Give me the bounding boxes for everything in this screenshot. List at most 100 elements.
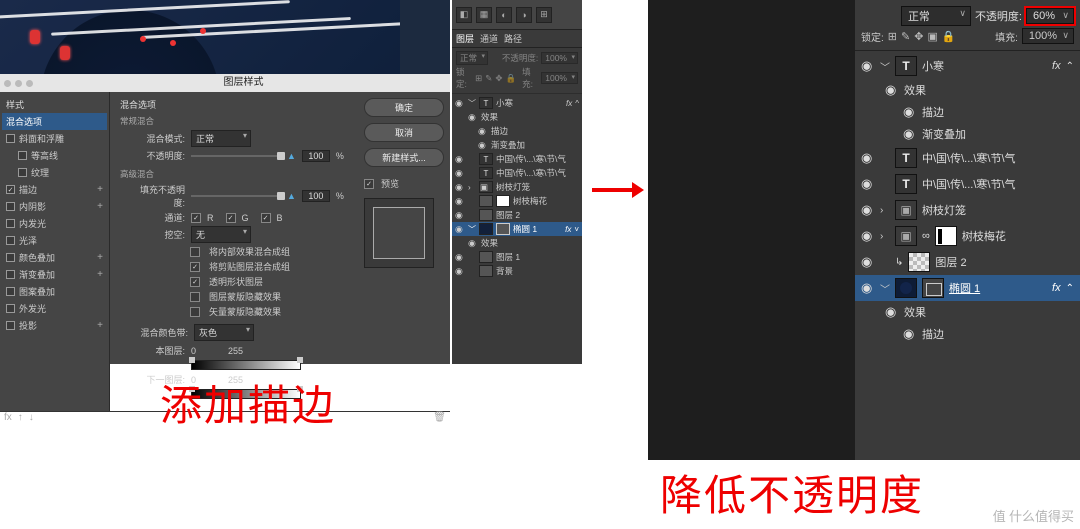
- group-row[interactable]: ◉›▣树枝灯笼: [855, 197, 1080, 223]
- fill-select-right[interactable]: 100%: [1022, 28, 1074, 44]
- channel-g-checkbox[interactable]: ✓: [226, 213, 236, 223]
- layer-row[interactable]: ◉T中国\传\...\寒\节\气: [452, 166, 582, 180]
- layer-row[interactable]: ◉T中\国\传\...\寒\节\气: [855, 145, 1080, 171]
- style-grad-overlay[interactable]: 渐变叠加+: [2, 266, 107, 283]
- lock-paint-icon[interactable]: ✎: [901, 30, 910, 43]
- lock-icon[interactable]: ⊞: [475, 73, 482, 84]
- fx-header-row[interactable]: ◉效果: [855, 301, 1080, 323]
- vector-mask-icon[interactable]: [922, 278, 944, 298]
- tool-icon[interactable]: ◐: [496, 7, 512, 23]
- stroke-checkbox[interactable]: ✓: [6, 185, 15, 194]
- ck-clip-group[interactable]: ✓: [190, 262, 200, 272]
- layer-row-selected[interactable]: ◉﹀椭圆 1fx˅: [452, 222, 582, 236]
- folder-icon: ▣: [895, 226, 917, 246]
- layer-row[interactable]: ◉T中国\传\...\寒\节\气: [452, 152, 582, 166]
- blend-mode-select-right[interactable]: 正常: [901, 6, 971, 26]
- lock-pixels-icon[interactable]: ⊞: [888, 30, 897, 43]
- fx-row[interactable]: ◉效果: [452, 110, 582, 124]
- channel-b-checkbox[interactable]: ✓: [261, 213, 271, 223]
- mask-icon[interactable]: [935, 226, 957, 246]
- window-max[interactable]: [26, 80, 33, 87]
- fx-stroke-row[interactable]: ◉描边: [452, 124, 582, 138]
- ck-inner-group[interactable]: [190, 247, 200, 257]
- layer-row[interactable]: ◉背景: [452, 264, 582, 278]
- knockout-select[interactable]: 无: [191, 226, 251, 243]
- lock-artboard-icon[interactable]: ▣: [927, 30, 937, 43]
- new-style-button[interactable]: 新建样式...: [364, 148, 444, 167]
- style-color-overlay[interactable]: 颜色叠加+: [2, 249, 107, 266]
- dialog-titlebar[interactable]: 图层样式: [0, 74, 450, 92]
- blendif-this-slider[interactable]: [191, 360, 301, 370]
- folder-icon: ▣: [479, 181, 493, 193]
- opacity-input[interactable]: [302, 150, 330, 162]
- tool-icon[interactable]: ◑: [516, 7, 532, 23]
- layer-row[interactable]: ◉﹀T小寒fx^: [452, 96, 582, 110]
- tool-icon[interactable]: ▦: [476, 7, 492, 23]
- layer-row[interactable]: ◉图层 2: [452, 208, 582, 222]
- group-row[interactable]: ◉›▣∞树枝梅花: [855, 223, 1080, 249]
- blend-mode-select[interactable]: 正常: [191, 130, 251, 147]
- add-stroke-icon[interactable]: +: [97, 184, 103, 195]
- layer-row[interactable]: ◉树枝梅花: [452, 194, 582, 208]
- lock-position-icon[interactable]: ✥: [914, 30, 923, 43]
- tab-channels[interactable]: 通道: [480, 32, 498, 45]
- fx-grad-row[interactable]: ◉渐变叠加: [855, 123, 1080, 145]
- tab-layers[interactable]: 图层: [456, 32, 474, 45]
- window-close[interactable]: [4, 80, 11, 87]
- blendif-select[interactable]: 灰色: [194, 324, 254, 341]
- visibility-icon[interactable]: ◉: [861, 58, 875, 74]
- style-satin[interactable]: 光泽: [2, 232, 107, 249]
- opacity-select-right[interactable]: 60%: [1026, 8, 1074, 24]
- style-blend-options[interactable]: 混合选项: [2, 113, 107, 130]
- fx-header-row[interactable]: ◉效果: [855, 79, 1080, 101]
- fx-row[interactable]: ◉效果: [452, 236, 582, 250]
- window-min[interactable]: [15, 80, 22, 87]
- ck-trans-shape[interactable]: ✓: [190, 277, 200, 287]
- cancel-button[interactable]: 取消: [364, 123, 444, 142]
- tool-icon[interactable]: ⊞: [536, 7, 552, 23]
- link-icon: ∞: [922, 230, 930, 242]
- ok-button[interactable]: 确定: [364, 98, 444, 117]
- ck-mask-hide[interactable]: [190, 292, 200, 302]
- style-inner-glow[interactable]: 内发光: [2, 215, 107, 232]
- style-pattern-overlay[interactable]: 图案叠加: [2, 283, 107, 300]
- fx-icon[interactable]: fx: [4, 412, 12, 423]
- style-stroke[interactable]: ✓描边+: [2, 181, 107, 198]
- style-texture[interactable]: 纹理: [2, 164, 107, 181]
- arrow-up-icon[interactable]: ↑: [18, 412, 23, 423]
- text-layer-icon: T: [895, 56, 917, 76]
- style-bevel[interactable]: 斜面和浮雕: [2, 130, 107, 147]
- fx-badge[interactable]: fx: [1052, 60, 1061, 72]
- dialog-title: 图层样式: [41, 74, 446, 92]
- fx-stroke-row[interactable]: ◉描边: [855, 323, 1080, 345]
- arrow-down-icon[interactable]: ↓: [29, 412, 34, 423]
- style-contour[interactable]: 等高线: [2, 147, 107, 164]
- fx-stroke-row[interactable]: ◉描边: [855, 101, 1080, 123]
- ck-vmask-hide[interactable]: [190, 307, 200, 317]
- trash-icon[interactable]: 🗑: [433, 412, 446, 423]
- preview-checkbox[interactable]: ✓: [364, 179, 374, 189]
- lock-icon[interactable]: 🔒: [506, 73, 517, 84]
- layer-thumb: [908, 252, 930, 272]
- layer-row[interactable]: ◉图层 1: [452, 250, 582, 264]
- tab-paths[interactable]: 路径: [504, 32, 522, 45]
- lock-all-icon[interactable]: 🔒: [942, 30, 956, 43]
- channel-r-checkbox[interactable]: ✓: [191, 213, 201, 223]
- fx-grad-row[interactable]: ◉渐变叠加: [452, 138, 582, 152]
- style-inner-shadow[interactable]: 内阴影+: [2, 198, 107, 215]
- layer-row-selected[interactable]: ◉﹀椭圆 1fx⌃: [855, 275, 1080, 301]
- opacity-slider[interactable]: [191, 155, 281, 157]
- preview-swatch: [364, 198, 434, 268]
- layer-row[interactable]: ◉﹀T小寒fx⌃: [855, 53, 1080, 79]
- group-row[interactable]: ◉›▣树枝灯笼: [452, 180, 582, 194]
- layer-row[interactable]: ◉↳图层 2: [855, 249, 1080, 275]
- style-outer-glow[interactable]: 外发光: [2, 300, 107, 317]
- visibility-icon[interactable]: ◉: [455, 98, 465, 109]
- layers-panel-right: 正常 不透明度: 60% 锁定: ⊞ ✎ ✥ ▣ 🔒 填充: 100% ◉﹀T小…: [855, 0, 1080, 460]
- blend-mode-mini[interactable]: 正常: [456, 51, 488, 65]
- layer-row[interactable]: ◉T中\国\传\...\寒\节\气: [855, 171, 1080, 197]
- fill-input[interactable]: [302, 190, 330, 202]
- style-drop-shadow[interactable]: 投影+: [2, 317, 107, 334]
- fill-slider[interactable]: [191, 195, 281, 197]
- tool-icon[interactable]: ◧: [456, 7, 472, 23]
